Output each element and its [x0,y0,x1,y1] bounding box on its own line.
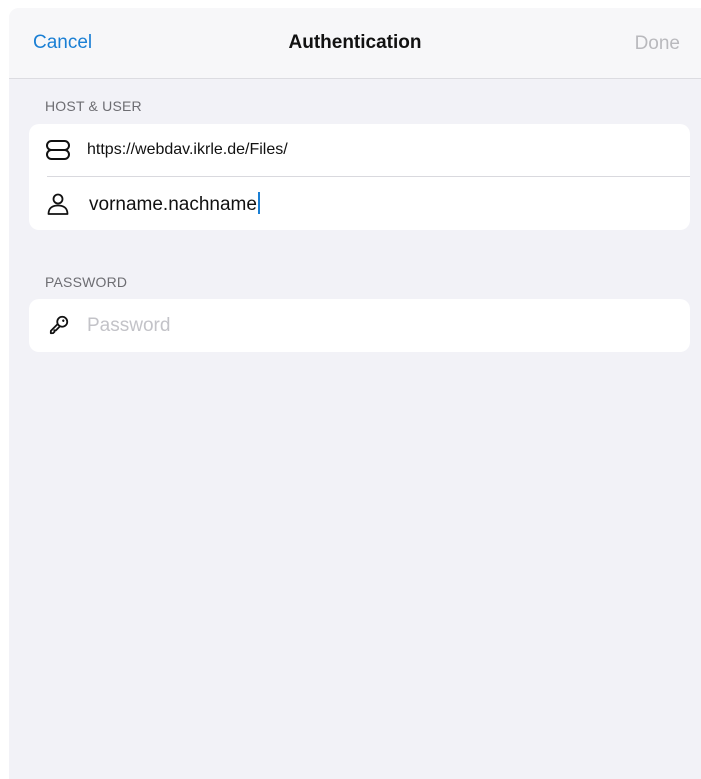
person-icon [47,193,69,215]
host-user-group: https://webdav.ikrle.de/Files/ vorname.n… [29,124,690,230]
host-row[interactable]: https://webdav.ikrle.de/Files/ [29,124,690,177]
username-field[interactable]: vorname.nachname [89,192,260,216]
password-row[interactable]: Password [29,299,690,352]
navigation-bar: Cancel Authentication Done [9,8,701,79]
password-group: Password [29,299,690,352]
text-cursor [257,192,260,214]
password-section-header: PASSWORD [45,274,128,290]
password-input[interactable]: Password [87,315,170,337]
key-icon [49,315,69,335]
username-value: vorname.nachname [89,194,257,215]
user-row[interactable]: vorname.nachname [29,177,690,230]
host-field[interactable]: https://webdav.ikrle.de/Files/ [87,141,288,159]
authentication-sheet: Cancel Authentication Done HOST & USER h… [9,8,701,779]
done-button[interactable]: Done [635,33,680,55]
server-icon [46,140,70,160]
host-user-section-header: HOST & USER [45,98,142,114]
page-title: Authentication [288,32,422,53]
